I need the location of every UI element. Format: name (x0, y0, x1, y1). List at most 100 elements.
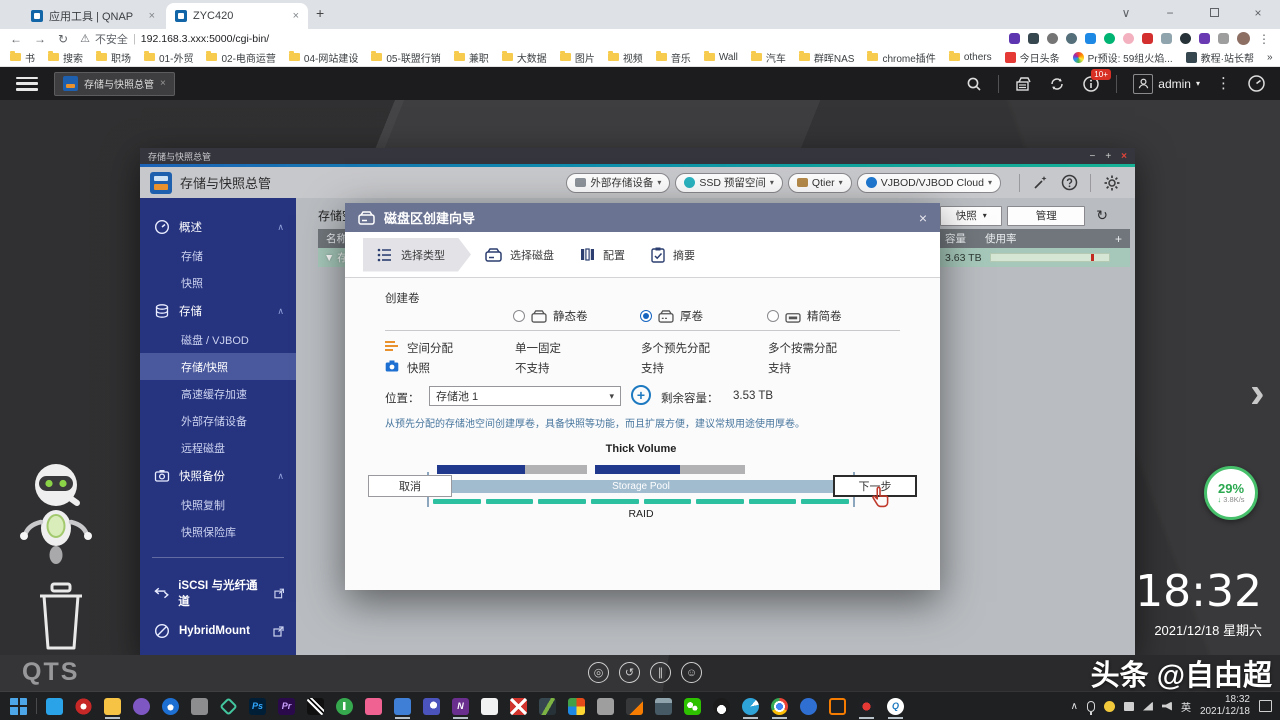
more-options-kebab-icon[interactable]: ⋮ (1216, 76, 1231, 91)
bookmark-item[interactable]: 05-联盟行销 (371, 50, 441, 65)
bookmark-item[interactable]: 书 (10, 50, 35, 65)
bookmark-item[interactable]: 大数据 (501, 50, 547, 65)
window-close-button[interactable]: × (1121, 151, 1127, 162)
taskbar-blue-app-icon[interactable] (794, 692, 823, 720)
sidebar-section-snapshot-backup[interactable]: 快照备份 ∧ (140, 461, 296, 491)
bookmark-item[interactable]: Pr预设: 59组火焰... (1072, 50, 1173, 65)
bookmark-item[interactable]: 01-外贸 (144, 50, 193, 65)
settings-gear-icon[interactable] (1103, 174, 1121, 192)
taskbar-dark-orange-app-icon[interactable] (620, 692, 649, 720)
taskbar-orange-outline-app-icon[interactable] (823, 692, 852, 720)
sidebar-item-overview-snapshot[interactable]: 快照 (140, 269, 296, 296)
taskbar-chrome-icon[interactable] (765, 692, 794, 720)
bookmark-item[interactable]: 职场 (96, 50, 131, 65)
dock-restore-icon[interactable]: ↺ (619, 662, 640, 683)
taskbar-image-viewer-icon[interactable] (533, 692, 562, 720)
extension-icon-11[interactable] (1199, 33, 1210, 44)
sidebar-item-disks-vjbod[interactable]: 磁盘 / VJBOD (140, 326, 296, 353)
sidebar-item-snapshot-vault[interactable]: 快照保险库 (140, 518, 296, 545)
dialog-titlebar[interactable]: 磁盘区创建向导 × (345, 203, 940, 232)
bookmark-item[interactable]: 音乐 (655, 50, 691, 65)
background-tasks-icon[interactable] (1015, 75, 1032, 92)
start-button[interactable] (4, 692, 33, 720)
window-minimize-button[interactable]: − (1089, 151, 1095, 162)
taskbar-office-icon[interactable] (562, 692, 591, 720)
task-tab-close-icon[interactable]: × (160, 78, 166, 89)
external-storage-button[interactable]: 外部存储设备 ▾ (566, 172, 671, 193)
sidebar-item-overview-storage[interactable]: 存储 (140, 242, 296, 269)
microphone-icon[interactable] (1086, 700, 1095, 715)
refresh-icon[interactable]: ↻ (1096, 207, 1108, 224)
radio-selected-icon[interactable] (640, 310, 652, 322)
browser-tab-zyc420[interactable]: ZYC420 × (166, 3, 308, 29)
tray-network-icon[interactable] (1142, 701, 1153, 711)
qtier-button[interactable]: Qtier ▾ (787, 172, 852, 193)
bookmark-item[interactable]: 今日头条 (1004, 50, 1060, 65)
column-name[interactable]: 名称 (326, 231, 347, 246)
extension-icon-1[interactable] (1009, 33, 1020, 44)
main-menu-hamburger-icon[interactable] (16, 76, 38, 91)
extension-icon-8[interactable] (1142, 33, 1153, 44)
create-pool-plus-button[interactable]: + (631, 385, 651, 405)
taskbar-idm-icon[interactable] (330, 692, 359, 720)
window-maximize-button[interactable]: + (1105, 151, 1111, 162)
taskbar-move-tool-icon[interactable] (475, 692, 504, 720)
option-thin-volume[interactable]: 精简卷 (767, 308, 842, 324)
address-bar[interactable]: ⚠ 不安全 | 192.168.3.xxx:5000/cgi-bin/ (80, 31, 269, 47)
taskbar-gray-app-icon[interactable] (591, 692, 620, 720)
taskbar-red-x-app-icon[interactable] (504, 692, 533, 720)
taskbar-vscode-icon[interactable] (40, 692, 69, 720)
option-thick-volume[interactable]: 厚卷 (640, 308, 703, 324)
taskbar-quicker-icon[interactable]: Q (881, 692, 910, 720)
back-icon[interactable]: ← (10, 32, 22, 46)
browser-minimize-button[interactable]: − (1148, 6, 1192, 20)
dialog-close-icon[interactable]: × (919, 210, 927, 226)
tray-yellow-app-icon[interactable] (1103, 700, 1115, 712)
sidebar-item-snapshot-replica[interactable]: 快照复制 (140, 491, 296, 518)
taskbar-pink-app-icon[interactable] (359, 692, 388, 720)
vjbod-button[interactable]: VJBOD/VJBOD Cloud ▾ (856, 172, 1001, 193)
bookmark-item[interactable]: 04-网站建设 (288, 50, 358, 65)
chevron-up-icon[interactable]: ∧ (277, 471, 284, 482)
dock-share-icon[interactable]: ◎ (588, 662, 609, 683)
taskbar-file-explorer-icon[interactable] (98, 692, 127, 720)
extension-icon-10[interactable] (1180, 33, 1191, 44)
sidebar-item-external-storage[interactable]: 外部存储设备 (140, 407, 296, 434)
column-capacity[interactable]: 容量 (945, 231, 966, 246)
taskbar-lock-icon[interactable] (156, 692, 185, 720)
extension-icon-2[interactable] (1028, 33, 1039, 44)
manage-button[interactable]: 管理 (1007, 205, 1086, 226)
chevron-up-icon[interactable]: ∧ (277, 306, 284, 317)
taskbar-document-app-icon[interactable] (388, 692, 417, 720)
taskbar-assistant-icon[interactable] (127, 692, 156, 720)
notifications-button[interactable]: 10+ (1082, 68, 1111, 93)
extension-icon-5[interactable] (1085, 33, 1096, 44)
extension-icon-6[interactable] (1104, 33, 1115, 44)
option-static-volume[interactable]: 静态卷 (513, 308, 588, 324)
radio-unselected-icon[interactable] (513, 310, 525, 322)
column-usage[interactable]: 使用率 (985, 231, 1017, 246)
tray-expand-icon[interactable]: ∧ (1071, 701, 1078, 712)
ssd-overprovisioning-button[interactable]: SSD 预留空间 ▾ (675, 172, 783, 193)
url-text[interactable]: 192.168.3.xxx:5000/cgi-bin/ (141, 33, 269, 45)
taskbar-capcut-icon[interactable] (301, 692, 330, 720)
browser-tab-qnap[interactable]: 应用工具 | QNAP × (22, 3, 164, 29)
tray-clock[interactable]: 18:32 2021/12/18 (1200, 694, 1250, 719)
taskbar-recorder-icon[interactable] (69, 692, 98, 720)
notification-center-icon[interactable] (1259, 700, 1272, 712)
bookmark-item[interactable]: Wall (703, 51, 738, 63)
bookmarks-overflow-icon[interactable]: » (1267, 52, 1273, 63)
sidebar-section-overview[interactable]: 概述 ∧ (140, 212, 296, 242)
taskbar-onenote-icon[interactable]: N (446, 692, 475, 720)
sidebar-item-cache-acceleration[interactable]: 高速缓存加速 (140, 380, 296, 407)
sync-status-icon[interactable] (1048, 75, 1066, 93)
browser-close-button[interactable]: × (1236, 6, 1280, 20)
tray-volume-icon[interactable] (1161, 701, 1172, 711)
extension-icon-7[interactable] (1123, 33, 1134, 44)
bookmark-item[interactable]: 兼职 (453, 50, 489, 65)
snapshot-dropdown-button[interactable]: 快照 ▾ (940, 205, 1003, 226)
dock-support-icon[interactable]: ☺ (681, 662, 702, 683)
extension-icon-3[interactable] (1047, 33, 1058, 44)
system-usage-badge[interactable]: 29% ↓ 3.8K/s (1204, 466, 1258, 520)
bookmark-item[interactable]: 群晖NAS (798, 50, 854, 65)
